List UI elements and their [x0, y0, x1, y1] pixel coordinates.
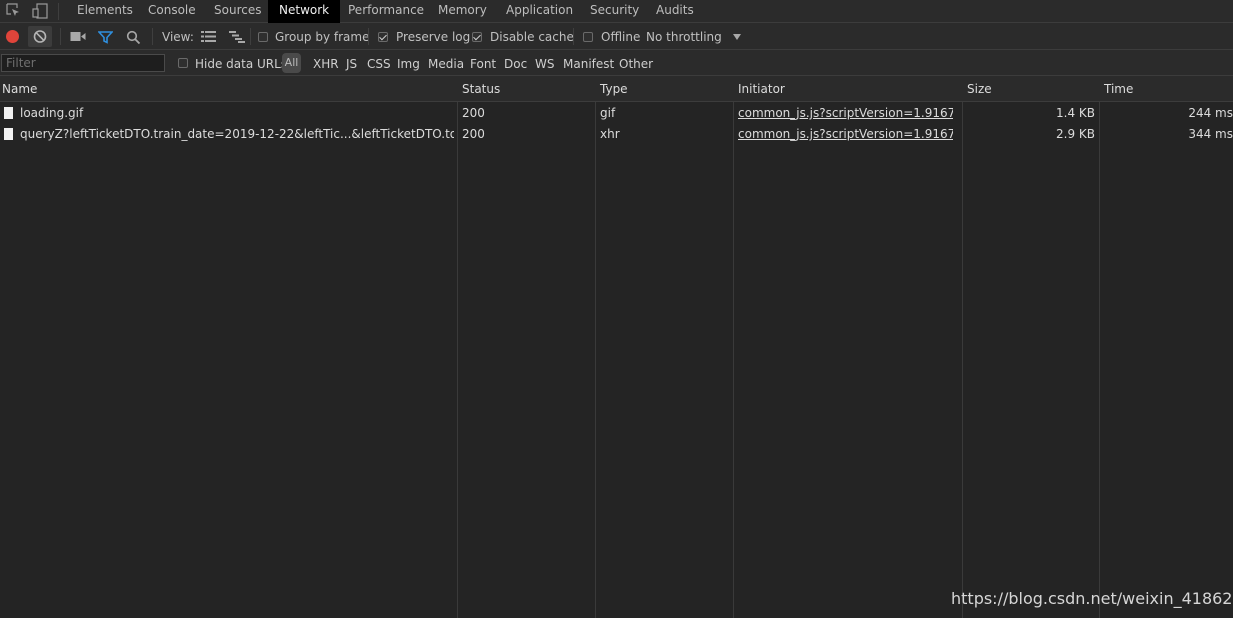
- filter-type-all[interactable]: All: [282, 53, 301, 73]
- request-size: 1.4 KB: [1056, 106, 1095, 120]
- tab-performance[interactable]: Performance: [337, 0, 435, 23]
- tab-sources[interactable]: Sources: [203, 0, 272, 23]
- disable-cache-label: Disable cache: [490, 30, 574, 44]
- inspect-element-icon[interactable]: [6, 3, 21, 18]
- hide-data-urls-checkbox[interactable]: [178, 58, 188, 68]
- file-icon: [4, 107, 13, 119]
- request-time: 244 ms: [1188, 106, 1233, 120]
- tab-audits[interactable]: Audits: [645, 0, 705, 23]
- column-divider: [457, 76, 458, 618]
- view-label: View:: [162, 30, 194, 44]
- network-filter-bar: Hide data URLs All XHR JS CSS Img Media …: [0, 50, 1233, 76]
- request-name[interactable]: loading.gif: [20, 103, 454, 124]
- toolbar-divider: [573, 28, 574, 45]
- column-header-type[interactable]: Type: [600, 76, 628, 102]
- request-initiator-link[interactable]: common_js.js?scriptVersion=1.9167:for...: [738, 124, 953, 145]
- request-time: 344 ms: [1188, 127, 1233, 141]
- toolbar-divider: [152, 28, 153, 45]
- request-type: gif: [600, 106, 616, 120]
- overview-waterfall-icon[interactable]: [229, 31, 245, 43]
- search-icon[interactable]: [126, 30, 141, 45]
- screenshot-camera-icon[interactable]: [70, 31, 86, 42]
- devtools-tab-bar: Elements Console Sources Network Perform…: [0, 0, 1233, 23]
- group-by-frame-checkbox[interactable]: [258, 32, 268, 42]
- toolbar-divider: [250, 28, 251, 45]
- watermark-url: https://blog.csdn.net/weixin_41862148: [951, 589, 1233, 608]
- filter-type-ws[interactable]: WS: [535, 50, 554, 76]
- column-header-time[interactable]: Time: [1104, 76, 1133, 102]
- filter-type-img[interactable]: Img: [397, 50, 420, 76]
- disable-cache-checkbox[interactable]: [472, 32, 482, 42]
- request-status: 200: [462, 106, 485, 120]
- filter-type-doc[interactable]: Doc: [504, 50, 527, 76]
- preserve-log-checkbox[interactable]: [378, 32, 388, 42]
- clear-button[interactable]: [28, 26, 52, 47]
- table-row[interactable]: loading.gif 200 gif common_js.js?scriptV…: [0, 103, 1233, 124]
- column-divider: [962, 76, 963, 618]
- filter-type-js[interactable]: JS: [346, 50, 357, 76]
- throttling-select[interactable]: No throttling: [646, 23, 722, 50]
- request-size: 2.9 KB: [1056, 127, 1095, 141]
- filter-type-css[interactable]: CSS: [367, 50, 391, 76]
- toolbar-divider: [58, 3, 59, 20]
- toolbar-divider: [368, 28, 369, 45]
- column-header-name[interactable]: Name: [2, 76, 37, 102]
- column-divider: [733, 76, 734, 618]
- file-icon: [4, 128, 13, 140]
- network-request-table: Name Status Type Initiator Size Time loa…: [0, 76, 1233, 618]
- column-header-size[interactable]: Size: [967, 76, 992, 102]
- tab-security[interactable]: Security: [579, 0, 650, 23]
- clear-icon: [33, 30, 47, 43]
- request-initiator-link[interactable]: common_js.js?scriptVersion=1.9167:for...: [738, 103, 953, 124]
- column-divider: [595, 76, 596, 618]
- device-toolbar-icon[interactable]: [32, 3, 48, 19]
- large-rows-icon[interactable]: [201, 31, 216, 42]
- offline-label: Offline: [601, 30, 641, 44]
- toolbar-divider: [60, 28, 61, 45]
- tab-memory[interactable]: Memory: [427, 0, 498, 23]
- tab-elements[interactable]: Elements: [66, 0, 144, 23]
- record-icon[interactable]: [6, 30, 19, 43]
- tab-application[interactable]: Application: [495, 0, 584, 23]
- column-divider: [1099, 76, 1100, 618]
- request-status: 200: [462, 127, 485, 141]
- tab-console[interactable]: Console: [137, 0, 207, 23]
- filter-type-font[interactable]: Font: [470, 50, 496, 76]
- hide-data-urls-label: Hide data URLs: [195, 57, 288, 71]
- filter-input[interactable]: [1, 54, 165, 72]
- filter-type-manifest[interactable]: Manifest: [563, 50, 614, 76]
- table-row[interactable]: queryZ?leftTicketDTO.train_date=2019-12-…: [0, 124, 1233, 145]
- column-header-status[interactable]: Status: [462, 76, 500, 102]
- filter-type-other[interactable]: Other: [619, 50, 653, 76]
- column-header-initiator[interactable]: Initiator: [738, 76, 785, 102]
- request-name[interactable]: queryZ?leftTicketDTO.train_date=2019-12-…: [20, 124, 454, 145]
- filter-funnel-icon[interactable]: [98, 31, 113, 44]
- request-type: xhr: [600, 127, 620, 141]
- tab-network[interactable]: Network: [268, 0, 341, 23]
- offline-checkbox[interactable]: [583, 32, 593, 42]
- dropdown-triangle-icon[interactable]: [733, 34, 741, 40]
- filter-type-xhr[interactable]: XHR: [313, 50, 339, 76]
- network-toolbar: View: Group by frame Preserve log Disabl…: [0, 23, 1233, 50]
- group-by-frame-label: Group by frame: [275, 30, 370, 44]
- filter-type-media[interactable]: Media: [428, 50, 464, 76]
- preserve-log-label: Preserve log: [396, 30, 471, 44]
- table-header-row: Name Status Type Initiator Size Time: [0, 76, 1233, 102]
